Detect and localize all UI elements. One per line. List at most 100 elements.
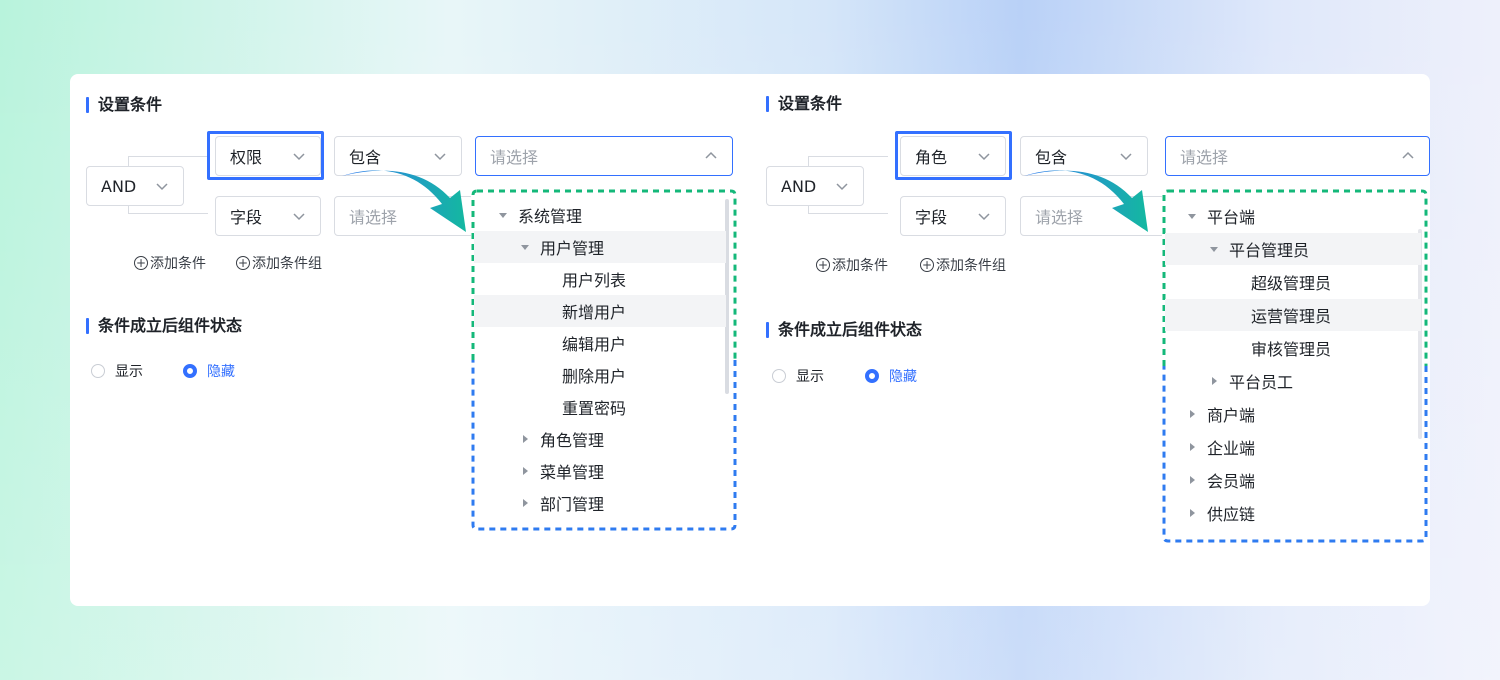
field-highlight-frame (207, 131, 324, 180)
tree-node[interactable]: 超级管理员 (1165, 266, 1421, 298)
operator-select-row1[interactable]: 包含 (1020, 136, 1148, 176)
tree-node[interactable]: 供应链 (1165, 497, 1421, 529)
value-select-row1[interactable]: 请选择 (475, 136, 733, 176)
radio-hide[interactable]: 隐藏 (865, 366, 917, 386)
chevron-down-icon (977, 209, 991, 223)
caret-down-icon (518, 240, 532, 254)
section-title-conditions: 设置条件 (766, 94, 842, 114)
tree-node[interactable]: 用户管理 (474, 231, 726, 263)
logic-select[interactable]: AND (766, 166, 864, 206)
radio-hide-label: 隐藏 (207, 364, 235, 380)
tree-node[interactable]: 审核管理员 (1165, 332, 1421, 364)
add-group-label: 添加条件组 (936, 258, 1006, 274)
value-select-row2[interactable]: 请选择 (1020, 196, 1165, 236)
tree-node-label: 重置密码 (562, 399, 627, 418)
caret-right-icon (1207, 374, 1221, 388)
value-select-row2[interactable]: 请选择 (334, 196, 474, 236)
tree-node-label: 超级管理员 (1251, 274, 1332, 293)
value-select-placeholder: 请选择 (1035, 208, 1084, 227)
field-select-value: 字段 (230, 208, 263, 227)
tree-node[interactable]: 平台员工 (1165, 365, 1421, 397)
tree-node-label: 系统管理 (518, 207, 583, 226)
operator-select-value: 包含 (1035, 148, 1068, 167)
tree-node-label: 用户管理 (540, 239, 605, 258)
add-condition-label: 添加条件 (832, 258, 888, 274)
logic-select-value: AND (101, 176, 137, 196)
chevron-up-icon (1401, 149, 1415, 163)
tree-node[interactable]: 角色管理 (474, 423, 726, 455)
chevron-down-icon (835, 179, 849, 193)
tree-node[interactable]: 删除用户 (474, 359, 726, 391)
operator-select-row1[interactable]: 包含 (334, 136, 462, 176)
value-select-placeholder: 请选择 (1180, 148, 1229, 167)
caret-down-icon (1185, 209, 1199, 223)
radio-show[interactable]: 显示 (91, 361, 143, 381)
tree-node-label: 平台管理员 (1229, 241, 1310, 260)
tree-node-label: 角色管理 (540, 431, 605, 450)
tree-node-label: 供应链 (1207, 505, 1256, 524)
tree-node-label: 部门管理 (540, 495, 605, 514)
caret-right-icon (1185, 407, 1199, 421)
caret-down-icon (496, 208, 510, 222)
caret-right-icon (1185, 473, 1199, 487)
tree-node[interactable]: 运营管理员 (1165, 299, 1421, 331)
radio-show-label: 显示 (115, 364, 143, 380)
radio-circle (772, 369, 786, 383)
tree-dropdown: 系统管理 用户管理 用户列表 新增用户 编辑用户 删除用户 重置密码 角色管理 … (471, 189, 737, 531)
tree-node[interactable]: 部门管理 (474, 487, 726, 519)
section-title-state: 条件成立后组件状态 (766, 320, 922, 340)
tree-node[interactable]: 平台管理员 (1165, 233, 1421, 265)
radio-hide-label: 隐藏 (889, 369, 917, 385)
add-group-link[interactable]: + 添加条件组 (236, 253, 322, 273)
caret-right-icon (518, 432, 532, 446)
add-condition-label: 添加条件 (150, 256, 206, 272)
tree-node[interactable]: 会员端 (1165, 464, 1421, 496)
tree-node[interactable]: 系统管理 (474, 199, 726, 231)
tree-node[interactable]: 企业端 (1165, 431, 1421, 463)
field-select-row2[interactable]: 字段 (900, 196, 1006, 236)
value-select-placeholder: 请选择 (490, 148, 539, 167)
radio-show[interactable]: 显示 (772, 366, 824, 386)
radio-circle (183, 364, 197, 378)
add-condition-link[interactable]: + 添加条件 (816, 255, 888, 275)
tree-node-label: 用户列表 (562, 271, 627, 290)
chevron-down-icon (155, 179, 169, 193)
tree-node[interactable]: 菜单管理 (474, 455, 726, 487)
tree-node[interactable]: 重置密码 (474, 391, 726, 423)
logic-select-value: AND (781, 176, 817, 196)
value-select-placeholder: 请选择 (349, 208, 398, 227)
caret-down-icon (1207, 242, 1221, 256)
radio-circle (865, 369, 879, 383)
field-select-value: 字段 (915, 208, 948, 227)
tree-node-label: 审核管理员 (1251, 340, 1332, 359)
tree-node-label: 编辑用户 (562, 335, 627, 354)
add-group-link[interactable]: + 添加条件组 (920, 255, 1006, 275)
tree-node[interactable]: 新增用户 (474, 295, 726, 327)
chevron-down-icon (292, 209, 306, 223)
tree-node[interactable]: 商户端 (1165, 398, 1421, 430)
logic-select[interactable]: AND (86, 166, 184, 206)
tree-node[interactable]: 用户列表 (474, 263, 726, 295)
chevron-up-icon (704, 149, 718, 163)
plus-circle-icon: + (134, 256, 148, 270)
add-condition-link[interactable]: + 添加条件 (134, 253, 206, 273)
radio-circle (91, 364, 105, 378)
value-select-row1[interactable]: 请选择 (1165, 136, 1430, 176)
tree-node-label: 平台端 (1207, 208, 1256, 227)
tree-node-label: 平台员工 (1229, 373, 1294, 392)
tree-node-label: 运营管理员 (1251, 307, 1332, 326)
plus-circle-icon: + (920, 258, 934, 272)
tree-node[interactable]: 编辑用户 (474, 327, 726, 359)
field-select-row2[interactable]: 字段 (215, 196, 321, 236)
caret-right-icon (1185, 440, 1199, 454)
tree-node[interactable]: 平台端 (1165, 200, 1421, 232)
chevron-down-icon (433, 149, 447, 163)
tree-node-label: 会员端 (1207, 472, 1256, 491)
section-title-state: 条件成立后组件状态 (86, 316, 242, 336)
plus-circle-icon: + (236, 256, 250, 270)
radio-hide[interactable]: 隐藏 (183, 361, 235, 381)
radio-show-label: 显示 (796, 369, 824, 385)
chevron-down-icon (1119, 149, 1133, 163)
tree-node-label: 删除用户 (562, 367, 627, 386)
tree-node-label: 菜单管理 (540, 463, 605, 482)
